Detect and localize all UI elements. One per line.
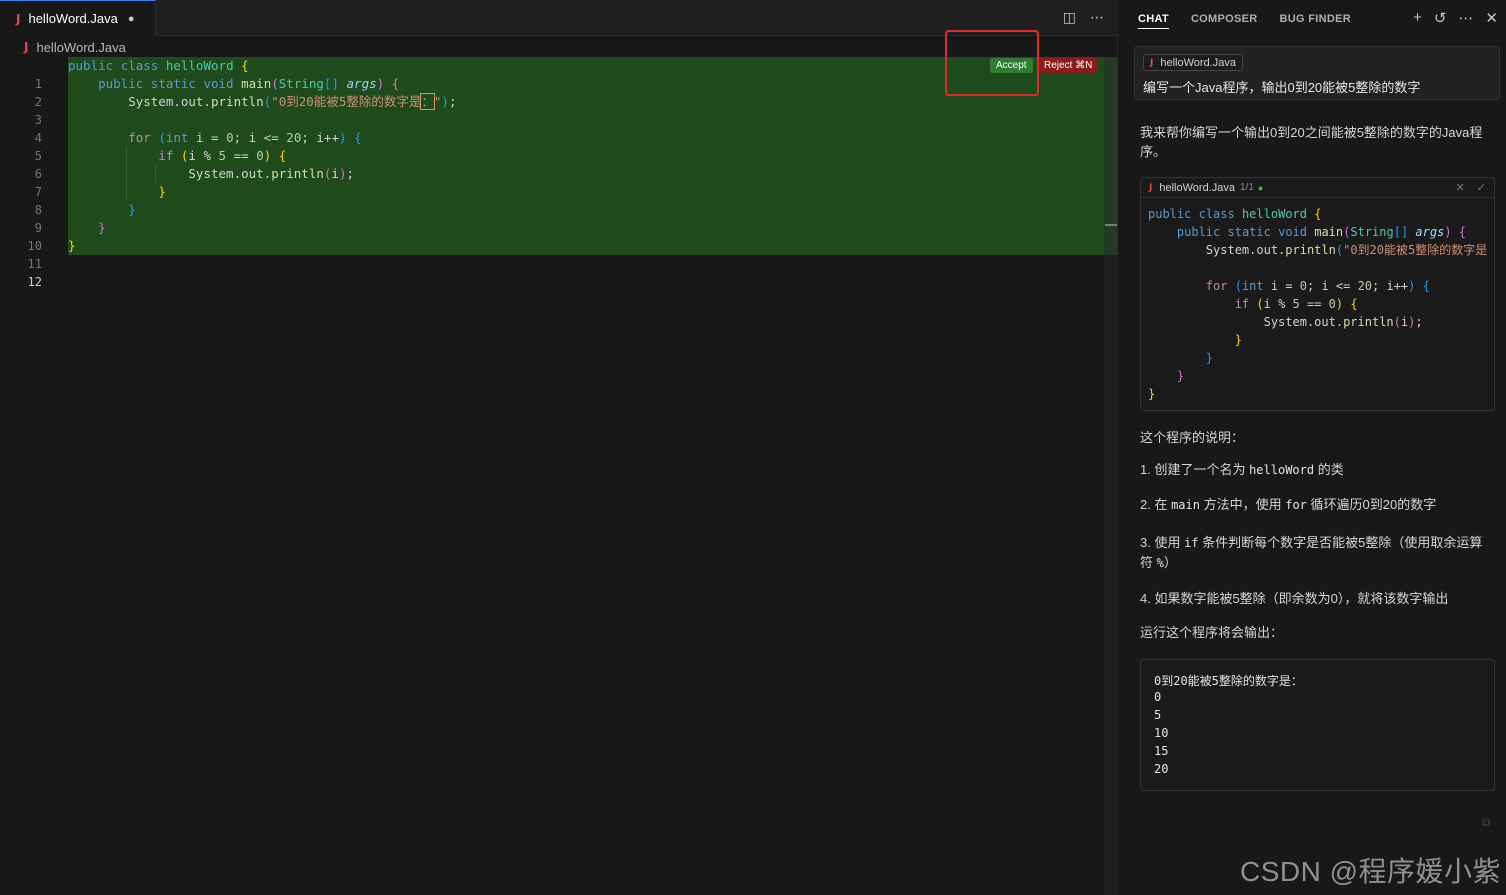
output-line: 5 xyxy=(1154,708,1162,722)
new-chat-plus-icon[interactable]: + xyxy=(1413,9,1422,27)
reject-x-icon[interactable]: ✕ xyxy=(1456,181,1465,194)
watermark-text: CSDN @程序媛小紫 xyxy=(1240,856,1502,887)
output-line: 0 xyxy=(1154,690,1162,704)
output-line: 10 xyxy=(1154,726,1169,740)
tab-chat[interactable]: CHAT xyxy=(1138,13,1169,29)
reject-button[interactable]: Reject ⌘N xyxy=(1039,58,1098,73)
breadcrumb-file[interactable]: helloWord.Java xyxy=(36,40,125,55)
explanation-point-3: 3. 使用 if 条件判断每个数字是否能被5整除（使用取余运算符 %） xyxy=(1140,535,1483,570)
line-number: 12 xyxy=(27,275,42,289)
output-code-block[interactable]: 0到20能被5整除的数字是： 0 5 10 15 20 xyxy=(1140,659,1495,791)
code-editor[interactable]: J helloWord.Java ● ◫ ⋯ J helloWord.Java … xyxy=(0,0,1118,895)
tab-bug-finder[interactable]: BUG FINDER xyxy=(1280,13,1351,25)
output-line: 0到20能被5整除的数字是： xyxy=(1154,674,1303,688)
history-icon[interactable]: ↺ xyxy=(1434,9,1447,27)
code-line[interactable]: 8 } xyxy=(0,183,1104,217)
code-line[interactable]: 1 public class helloWord { xyxy=(0,57,1104,91)
code-block-filename[interactable]: helloWord.Java xyxy=(1159,182,1235,194)
code-line[interactable]: 4 xyxy=(0,111,1104,145)
tab-helloword-java[interactable]: J helloWord.Java ● xyxy=(0,0,156,36)
breadcrumb[interactable]: J helloWord.Java xyxy=(24,38,126,56)
ellipsis-icon[interactable]: ⋯ xyxy=(1090,9,1104,26)
code-block-content: public class helloWord { public static v… xyxy=(1148,207,1488,401)
chat-panel: CHAT COMPOSER BUG FINDER + ↺ ⋯ ✕ J hello… xyxy=(1119,0,1506,895)
tab-label: helloWord.Java xyxy=(28,11,118,26)
code-line[interactable]: 10 } xyxy=(0,219,1104,253)
accept-button[interactable]: Accept xyxy=(990,58,1033,73)
accept-check-icon[interactable]: ✓ xyxy=(1477,181,1486,194)
explanation-point-1: 1. 创建了一个名为 helloWord 的类 xyxy=(1140,462,1344,477)
code-line[interactable]: 11 } xyxy=(0,237,1104,271)
explanation-title: 这个程序的说明： xyxy=(1140,430,1245,445)
unsaved-dot-icon[interactable]: ● xyxy=(128,13,135,25)
ellipsis-icon[interactable]: ⋯ xyxy=(1458,9,1473,27)
close-icon[interactable]: ✕ xyxy=(1485,9,1498,27)
code-lines[interactable]: 1 public class helloWord { 2 public stat… xyxy=(0,57,1104,289)
code-block-counter: 1/1 xyxy=(1239,182,1254,193)
java-file-icon: J xyxy=(1149,182,1153,193)
code-line[interactable]: 6 if (i % 5 == 0) { xyxy=(0,147,1104,181)
code-block-header: J helloWord.Java 1/1 ● ✕ ✓ xyxy=(1141,178,1494,198)
user-message[interactable]: J helloWord.Java 编写一个Java程序，输出0到20能被5整除的… xyxy=(1134,46,1500,100)
assistant-intro: 我来帮你编写一个输出0到20之间能被5整除的数字的Java程序。 xyxy=(1140,125,1483,159)
output-line: 15 xyxy=(1154,744,1169,758)
editor-tab-bar: J helloWord.Java ● ◫ ⋯ xyxy=(0,0,1118,36)
code-line[interactable]: 3 System.out.println("0到20能被5整除的数字是："); xyxy=(0,93,1104,127)
code-block-card[interactable]: J helloWord.Java 1/1 ● ✕ ✓ public class … xyxy=(1140,177,1495,411)
user-message-text: 编写一个Java程序，输出0到20能被5整除的数字 xyxy=(1143,80,1421,95)
code-line[interactable]: 9 } xyxy=(0,201,1104,235)
java-file-icon: J xyxy=(16,11,21,26)
code-line[interactable]: 12 xyxy=(0,255,1104,289)
tab-composer[interactable]: COMPOSER xyxy=(1191,13,1258,25)
run-output-title: 运行这个程序将会输出： xyxy=(1140,625,1284,640)
scrollbar-cursor-marker xyxy=(1105,224,1117,226)
context-file-chip[interactable]: J helloWord.Java xyxy=(1143,54,1243,71)
output-line: 20 xyxy=(1154,762,1169,776)
code-line[interactable]: 2 public static void main(String[] args)… xyxy=(0,75,1104,109)
explanation-point-4: 4. 如果数字能被5整除（即余数为0），就将该数字输出 xyxy=(1140,591,1449,606)
java-file-icon: J xyxy=(1150,57,1154,68)
context-file-label: helloWord.Java xyxy=(1160,56,1236,69)
explanation-point-2: 2. 在 main 方法中，使用 for 循环遍历0到20的数字 xyxy=(1140,497,1437,512)
code-line[interactable]: 7 System.out.println(i); xyxy=(0,165,1104,199)
java-file-icon: J xyxy=(24,40,29,54)
code-line[interactable]: 5 for (int i = 0; i <= 20; i++) { xyxy=(0,129,1104,163)
split-editor-icon[interactable]: ◫ xyxy=(1063,9,1076,26)
editor-scrollbar[interactable] xyxy=(1104,57,1118,895)
chat-header: CHAT COMPOSER BUG FINDER + ↺ ⋯ ✕ xyxy=(1119,0,1506,38)
status-dot-icon: ● xyxy=(1257,182,1264,193)
copy-icon[interactable]: ⧉ xyxy=(1482,815,1491,830)
